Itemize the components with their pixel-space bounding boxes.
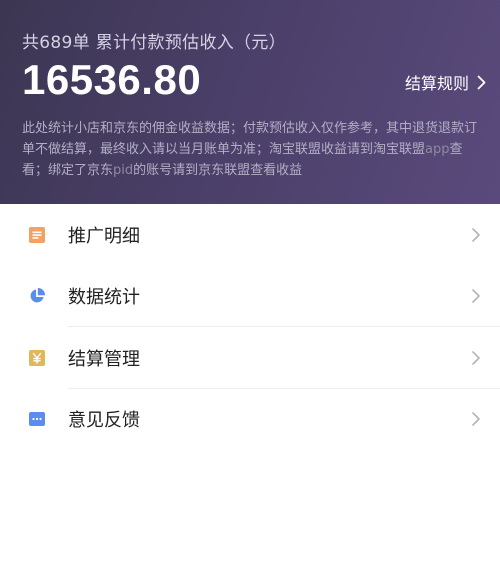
menu-item-label: 数据统计 bbox=[68, 287, 140, 309]
menu-item-settlement-management[interactable]: 结算管理 bbox=[0, 327, 500, 389]
menu-item-feedback[interactable]: 意见反馈 bbox=[0, 389, 500, 451]
notice-text-app: app bbox=[425, 142, 450, 157]
estimated-income-amount: 16536.80 bbox=[22, 56, 202, 103]
earnings-header: 共689单 累计付款预估收入（元） 16536.80 结算规则 此处统计小店和京… bbox=[0, 0, 500, 204]
chevron-right-icon bbox=[472, 289, 480, 304]
settlement-rules-label: 结算规则 bbox=[404, 74, 469, 93]
menu-item-promotion-details[interactable]: 推广明细 bbox=[0, 204, 500, 266]
chevron-right-icon bbox=[477, 75, 486, 89]
chat-bubble-icon bbox=[29, 412, 45, 427]
pie-chart-icon bbox=[30, 288, 45, 303]
earnings-notice: 此处统计小店和京东的佣金收益数据；付款预估收入仅作参考，其中退货退款订单不做结算… bbox=[22, 118, 482, 181]
chevron-right-icon bbox=[472, 227, 480, 242]
menu-list: 推广明细 数据统计 结算管理 意见反馈 bbox=[0, 204, 500, 450]
menu-item-label: 结算管理 bbox=[68, 348, 140, 370]
settlement-rules-link[interactable]: 结算规则 bbox=[405, 70, 486, 94]
order-count-summary: 共689单 累计付款预估收入（元） bbox=[22, 33, 286, 53]
notice-text-pid: pid bbox=[113, 163, 134, 178]
menu-item-label: 推广明细 bbox=[68, 225, 140, 247]
chevron-right-icon bbox=[472, 350, 480, 365]
yen-icon bbox=[29, 349, 45, 366]
menu-item-data-statistics[interactable]: 数据统计 bbox=[0, 266, 500, 327]
chevron-right-icon bbox=[472, 412, 480, 427]
notice-text-3: 的账号请到京东联盟查看收益 bbox=[133, 163, 303, 178]
menu-item-label: 意见反馈 bbox=[68, 410, 140, 432]
notice-text-1: 此处统计小店和京东的佣金收益数据；付款预估收入仅作参考，其中退货退款订单不做结算… bbox=[22, 121, 478, 157]
list-document-icon bbox=[29, 226, 45, 243]
